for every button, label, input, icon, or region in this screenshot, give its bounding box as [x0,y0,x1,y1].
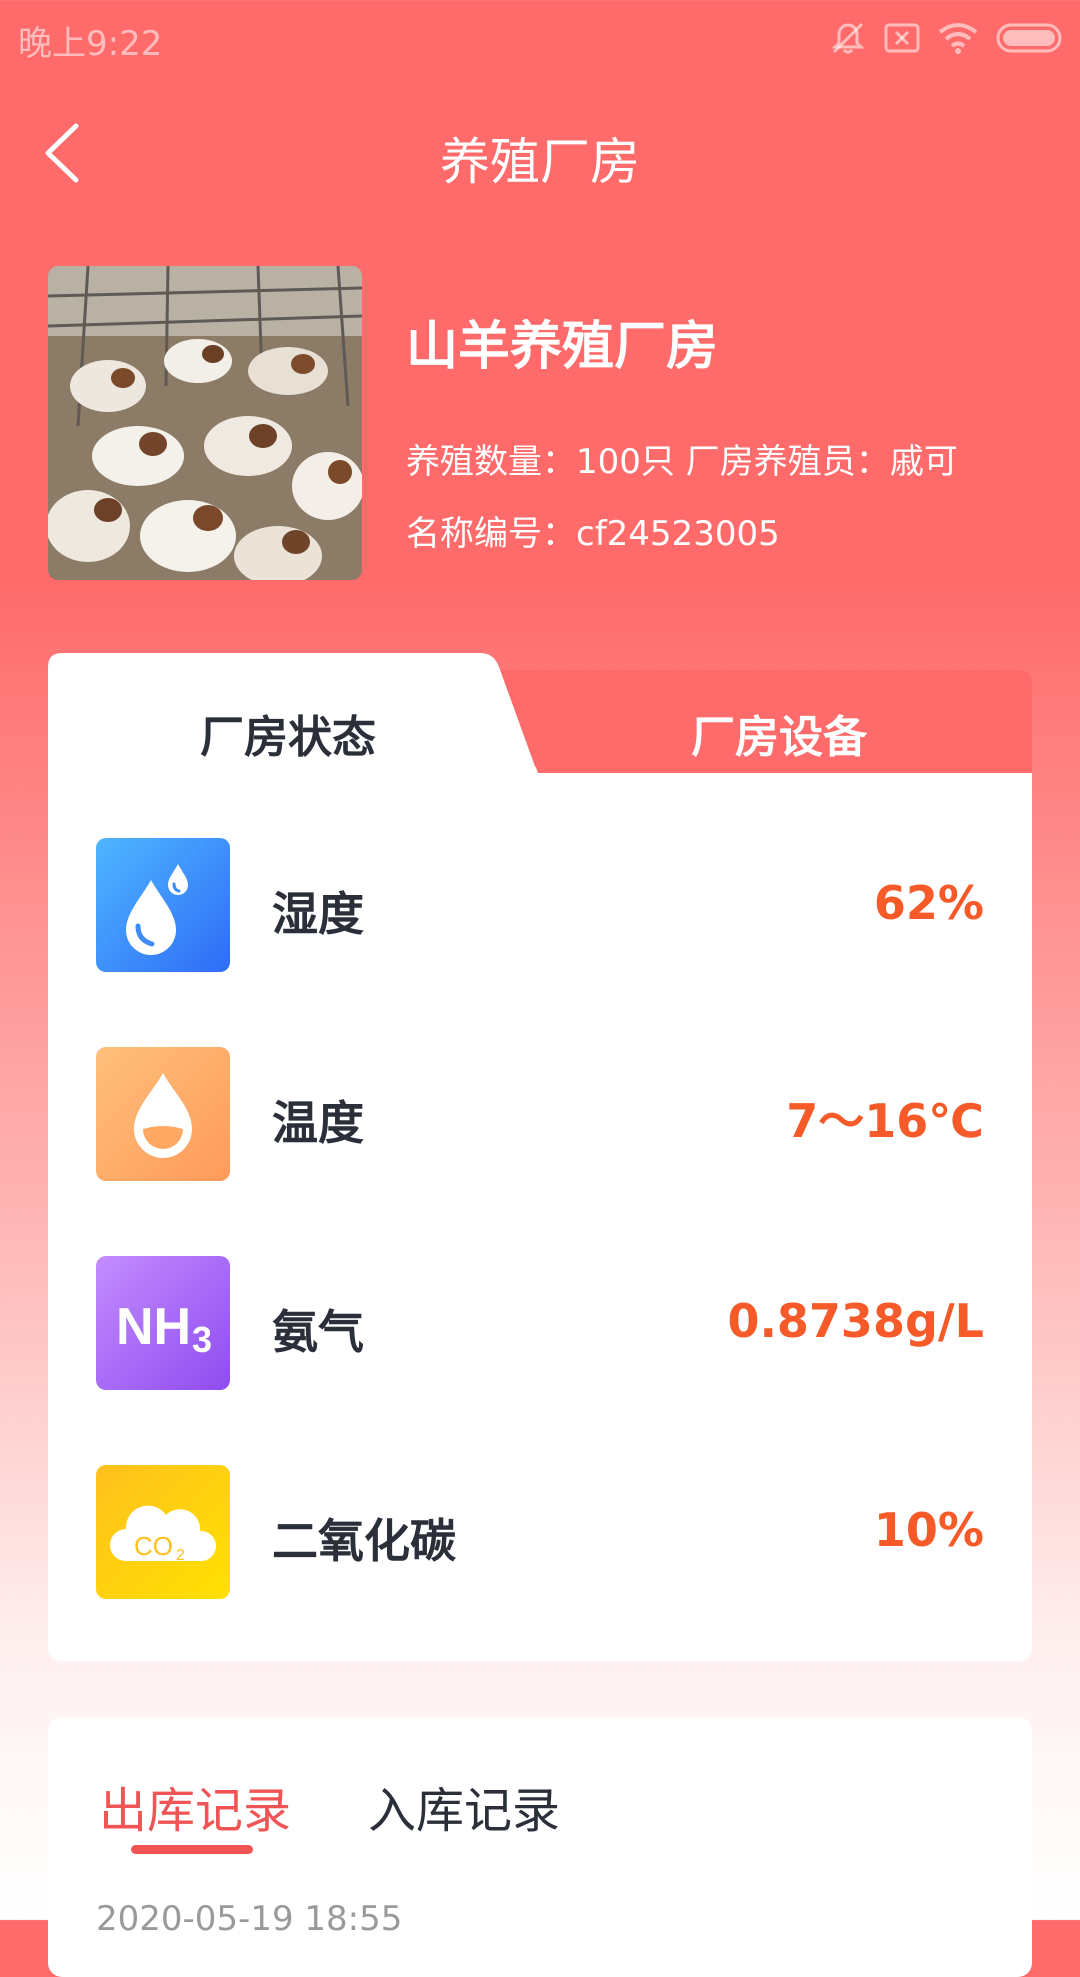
sim-icon [884,23,920,53]
battery-icon [996,23,1062,53]
temperature-drop-icon [96,1047,230,1181]
farm-name: 山羊养殖厂房 [406,317,719,377]
tab-inbound-records[interactable]: 入库记录 [368,1771,560,1841]
status-icons [830,18,1062,58]
metric-value: 7～16℃ [786,1094,984,1148]
svg-text:3: 3 [192,1319,212,1360]
svg-text:2: 2 [176,1547,185,1564]
farm-photo [48,266,362,580]
metric-row-humidity: 湿度 62% [96,838,984,972]
wifi-icon [938,23,978,54]
record-date: 2020-05-19 18:55 [96,1899,403,1939]
metric-label: 二氧化碳 [272,1514,456,1568]
records-card: 出库记录 入库记录 2020-05-19 18:55 [48,1717,1032,1977]
svg-text:NH: NH [116,1298,191,1356]
tab-factory-equipment[interactable]: 厂房设备 [691,701,867,765]
page-title: 养殖厂房 [440,133,640,191]
tab-factory-status[interactable]: 厂房状态 [200,701,376,765]
metric-row-ammonia: NH 3 氨气 0.8738g/L [96,1256,984,1390]
tab-outbound-records[interactable]: 出库记录 [99,1771,291,1841]
farm-info-line-2: 名称编号：cf24523005 [406,514,780,554]
metric-value: 62% [873,876,984,930]
mute-icon [831,22,865,54]
metric-label: 氨气 [272,1305,364,1359]
status-time: 晚上9:22 [18,24,163,64]
metric-value: 0.8738g/L [727,1294,984,1348]
metric-row-co2: CO 2 二氧化碳 10% [96,1465,984,1599]
svg-text:CO: CO [134,1531,173,1561]
co2-cloud-icon: CO 2 [96,1465,230,1599]
metric-label: 湿度 [272,887,364,941]
metric-label: 温度 [272,1096,364,1150]
humidity-drops-icon [96,838,230,972]
metric-value: 10% [873,1503,984,1557]
active-tab-indicator [131,1845,253,1854]
status-card: 厂房状态 厂房设备 湿度 62% 温度 7～16℃ NH 3 氨气 0.8738… [48,653,1032,1661]
metric-row-temperature: 温度 7～16℃ [96,1047,984,1181]
nh3-icon: NH 3 [96,1256,230,1390]
farm-info-line-1: 养殖数量：100只 厂房养殖员：戚可 [406,442,958,482]
